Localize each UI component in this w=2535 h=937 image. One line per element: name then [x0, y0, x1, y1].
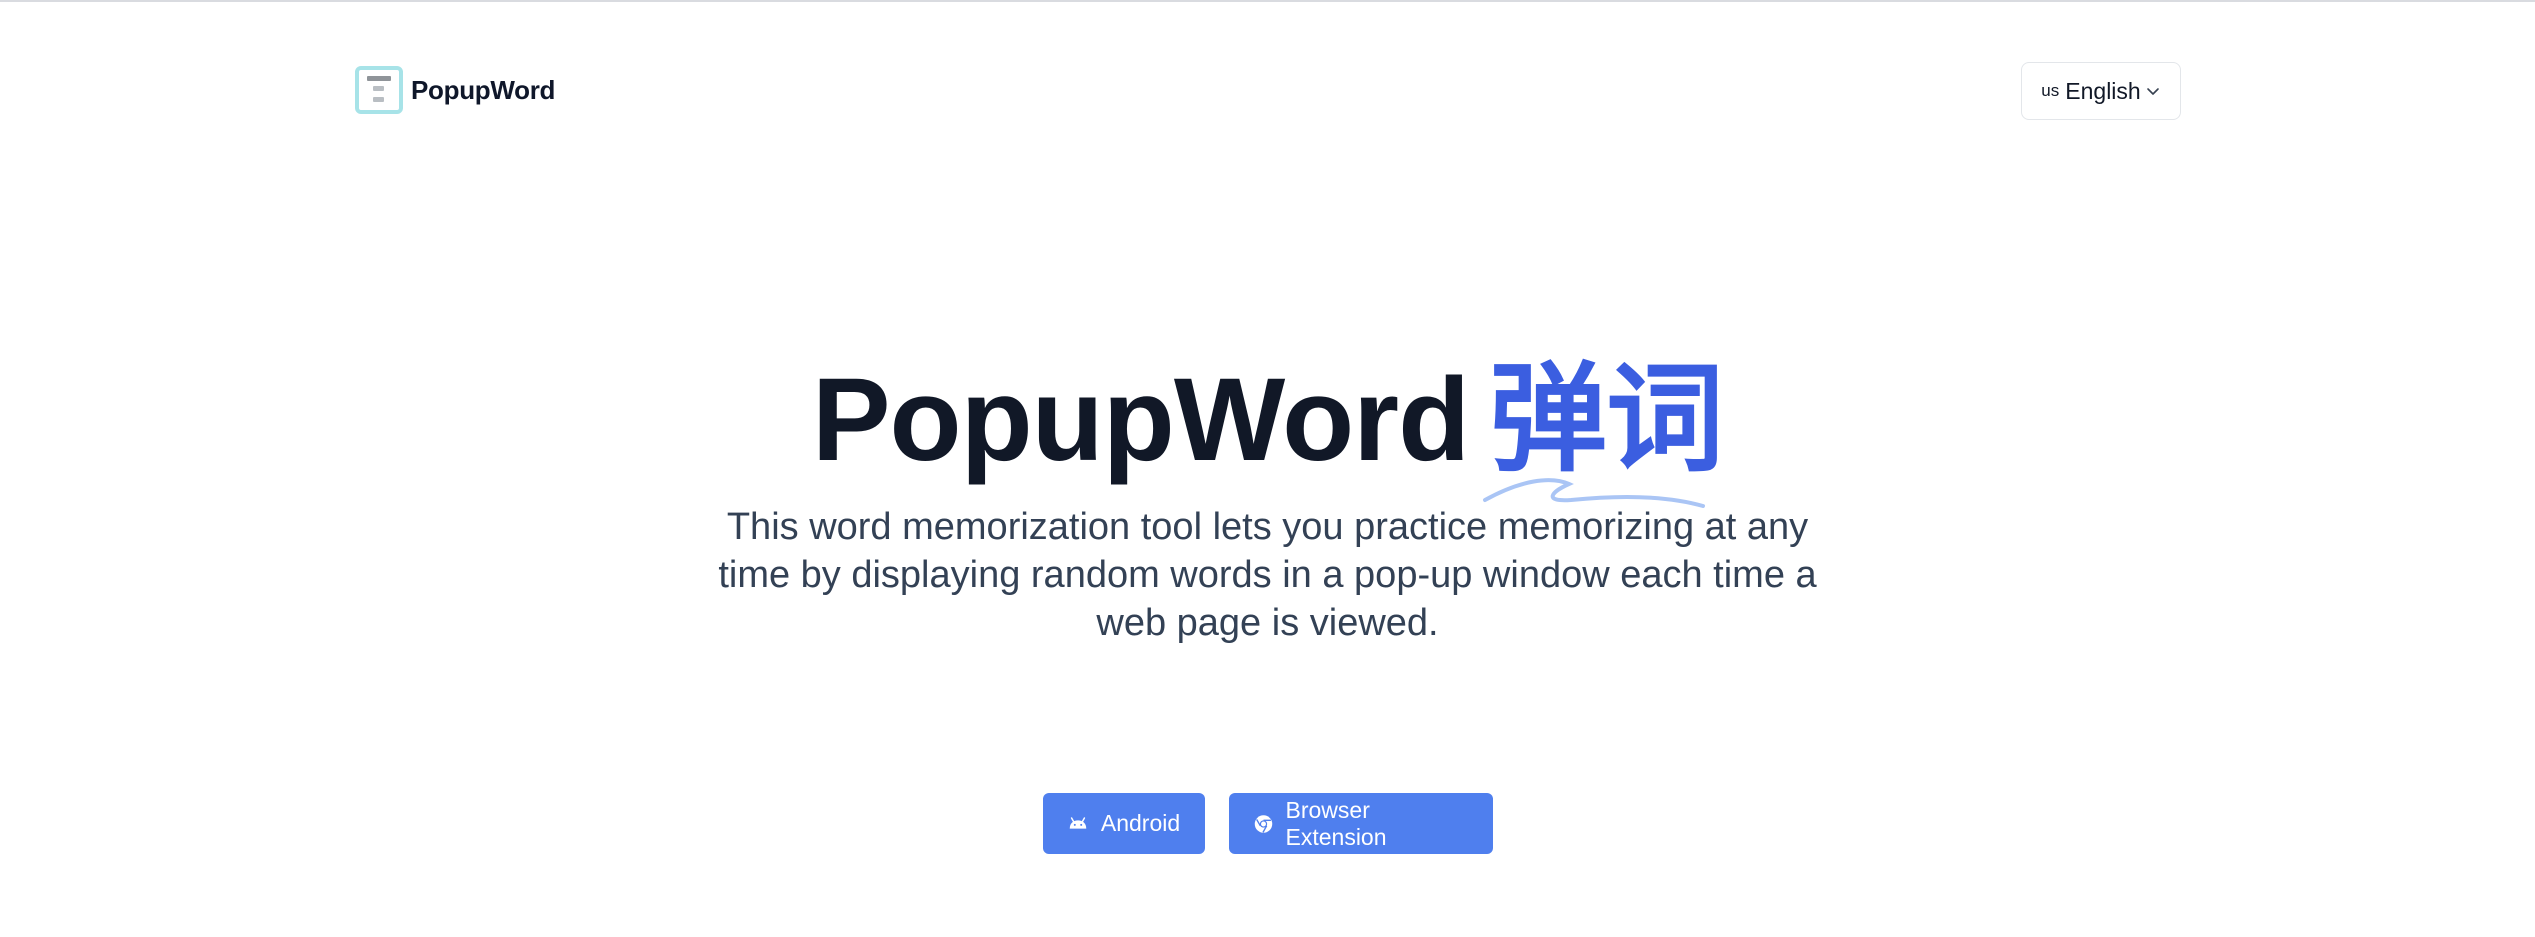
android-button-label: Android — [1100, 810, 1181, 836]
hero-subtitle: This word memorization tool lets you pra… — [718, 506, 1817, 644]
us-flag-icon: us — [2041, 81, 2060, 100]
logo-link[interactable]: PopupWord — [355, 66, 555, 114]
chevron-down-icon — [2146, 88, 2159, 95]
android-button[interactable]: Android — [1042, 793, 1205, 854]
popupword-logo-icon — [355, 66, 403, 114]
download-actions: Android Browser Extension — [0, 793, 2535, 854]
site-header: PopupWord us English — [355, 60, 2181, 124]
hero-title-accent-text: 弹词 — [1489, 354, 1724, 486]
top-border — [0, 0, 2535, 2]
language-label: English — [2065, 77, 2141, 104]
hero-title-main: PopupWord — [811, 354, 1470, 486]
language-selector[interactable]: us English — [2021, 62, 2181, 120]
logo-text: PopupWord — [411, 74, 556, 105]
android-icon — [1069, 816, 1087, 829]
browser-extension-button-label: Browser Extension — [1285, 796, 1387, 850]
chrome-icon — [1254, 814, 1272, 833]
browser-extension-button[interactable]: Browser Extension — [1228, 793, 1493, 854]
hero-title-accent: 弹词 — [1483, 350, 1724, 508]
hero-title: PopupWord 弹词 — [0, 350, 2535, 508]
